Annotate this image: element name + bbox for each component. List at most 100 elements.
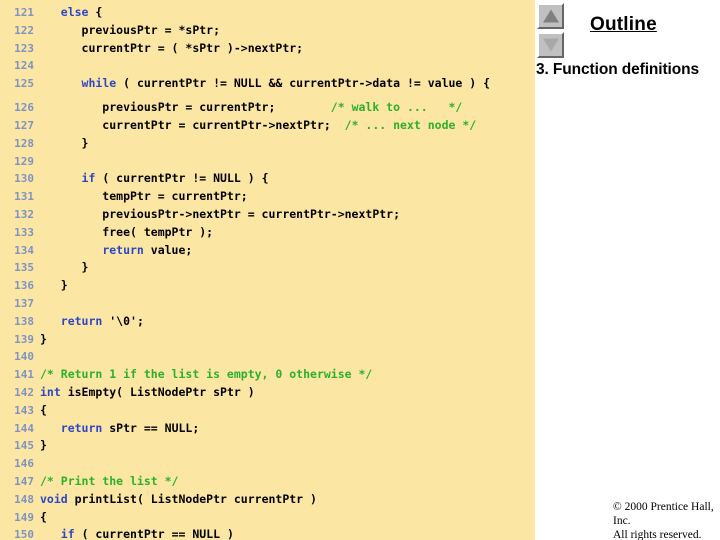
code-line: 129 <box>0 153 535 171</box>
code-line: 140 <box>0 348 535 366</box>
code-keyword: return <box>60 313 103 328</box>
code-line: 136 } <box>0 277 535 295</box>
code-text: sPtr == NULL; <box>102 420 200 435</box>
code-line-number: 129 <box>14 154 34 168</box>
code-line-number: 146 <box>14 457 34 471</box>
code-text: { <box>88 5 103 19</box>
code-line: 122 previousPtr = *sPtr; <box>0 22 535 40</box>
code-keyword: else <box>60 5 89 19</box>
code-line-text: return '\0'; <box>34 314 144 328</box>
code-line: 147 /* Print the list */ <box>0 473 535 491</box>
code-comment: /* ... next node */ <box>344 117 477 132</box>
code-line: 144 return sPtr == NULL; <box>0 420 535 438</box>
code-line: 134 return value; <box>0 242 535 260</box>
code-line-text: } <box>34 332 47 346</box>
triangle-up-icon <box>542 9 559 23</box>
outline-scroll-up-button[interactable] <box>537 3 564 29</box>
code-keyword: void <box>40 491 68 506</box>
code-line-number: 125 <box>14 77 34 91</box>
code-text: value; <box>143 242 193 257</box>
code-line: 137 <box>0 295 535 313</box>
code-text: currentPtr = ( *sPtr )->nextPtr; <box>40 40 304 55</box>
code-keyword: if <box>60 527 75 540</box>
code-line-number: 131 <box>14 190 34 204</box>
code-line: 125 while ( currentPtr != NULL && curren… <box>0 75 535 99</box>
code-text: previousPtr->nextPtr = currentPtr->nextP… <box>40 206 401 221</box>
code-listing: 121 else {122 previousPtr = *sPtr; 123 cu… <box>0 4 535 540</box>
code-text: ( currentPtr == NULL ) <box>74 527 234 540</box>
code-line-text: currentPtr = ( *sPtr )->nextPtr; <box>34 40 304 55</box>
code-line-text: void printList( ListNodePtr currentPtr ) <box>34 492 317 506</box>
triangle-down-icon <box>542 38 559 52</box>
code-line-text: { <box>34 510 47 524</box>
code-line-number: 138 <box>14 314 34 328</box>
code-line: 126 previousPtr = currentPtr; /* walk to… <box>0 99 535 117</box>
code-line-text: int isEmpty( ListNodePtr sPtr ) <box>34 385 255 399</box>
code-line: 130 if ( currentPtr != NULL ) { <box>0 170 535 188</box>
code-line-text: } <box>34 438 47 452</box>
code-line-text: { <box>34 403 47 417</box>
outline-panel: Outline 3. Function definitions <box>535 0 720 540</box>
slide-root: 121 else {122 previousPtr = *sPtr; 123 cu… <box>0 0 720 540</box>
code-text: ( currentPtr != NULL && currentPtr->data… <box>116 76 491 91</box>
code-line-text: previousPtr = currentPtr; /* walk to ...… <box>34 100 462 114</box>
code-text: previousPtr = currentPtr; <box>40 100 331 115</box>
code-line-text: tempPtr = currentPtr; <box>34 189 248 204</box>
code-line: 124 <box>0 57 535 75</box>
code-line: 143 { <box>0 402 535 420</box>
code-line-number: 128 <box>14 136 34 150</box>
code-line-number: 127 <box>14 118 34 132</box>
code-line-number: 133 <box>14 225 34 239</box>
code-line: 149 { <box>0 509 535 527</box>
code-line-number: 141 <box>14 368 34 382</box>
code-line-text: free( tempPtr ); <box>34 225 213 239</box>
code-line-text: } <box>34 278 68 292</box>
code-line: 121 else { <box>0 4 535 22</box>
code-text: } <box>40 135 89 150</box>
code-line-number: 150 <box>14 528 34 540</box>
copyright-line-2: All rights reserved. <box>613 529 702 540</box>
code-text: { <box>40 402 47 417</box>
code-text: '\0'; <box>102 313 144 328</box>
code-line-number: 139 <box>14 332 34 346</box>
code-line: 123 currentPtr = ( *sPtr )->nextPtr; <box>0 40 535 58</box>
code-text: ( currentPtr != NULL ) { <box>95 171 269 186</box>
code-keyword: while <box>81 76 117 91</box>
code-text: previousPtr = *sPtr; <box>40 22 221 37</box>
copyright-line-1: © 2000 Prentice Hall, Inc. <box>613 501 714 527</box>
code-text: } <box>40 260 89 275</box>
code-line-text: if ( currentPtr != NULL ) { <box>34 171 269 185</box>
code-line: 127 currentPtr = currentPtr->nextPtr; /*… <box>0 117 535 135</box>
code-keyword: if <box>81 171 96 186</box>
code-line-number: 140 <box>14 350 34 364</box>
code-line-text: else { <box>34 5 103 19</box>
code-text: free( tempPtr ); <box>40 224 214 239</box>
outline-item-function-definitions[interactable]: 3. Function definitions <box>536 61 720 79</box>
code-line: 142 int isEmpty( ListNodePtr sPtr ) <box>0 384 535 402</box>
code-line-text: /* Print the list */ <box>34 474 178 488</box>
code-line-number: 126 <box>14 101 34 115</box>
outline-scroll-down-button[interactable] <box>537 32 564 58</box>
code-line-number: 132 <box>14 207 34 221</box>
code-line-number: 130 <box>14 172 34 186</box>
code-line-number: 148 <box>14 492 34 506</box>
code-comment: /* Print the list */ <box>40 473 179 488</box>
code-line-text: } <box>34 260 89 275</box>
code-line-text: if ( currentPtr == NULL ) <box>34 527 234 540</box>
code-line-text: return value; <box>34 243 192 257</box>
code-line-number: 149 <box>14 510 34 524</box>
code-line-number: 147 <box>14 474 34 488</box>
code-text: } <box>40 331 47 346</box>
code-line-text: currentPtr = currentPtr->nextPtr; /* ...… <box>34 118 476 132</box>
code-line: 138 return '\0'; <box>0 313 535 331</box>
code-text: tempPtr = currentPtr; <box>40 189 248 204</box>
code-line-text: /* Return 1 if the list is empty, 0 othe… <box>34 367 372 381</box>
code-line: 148 void printList( ListNodePtr currentPt… <box>0 491 535 509</box>
